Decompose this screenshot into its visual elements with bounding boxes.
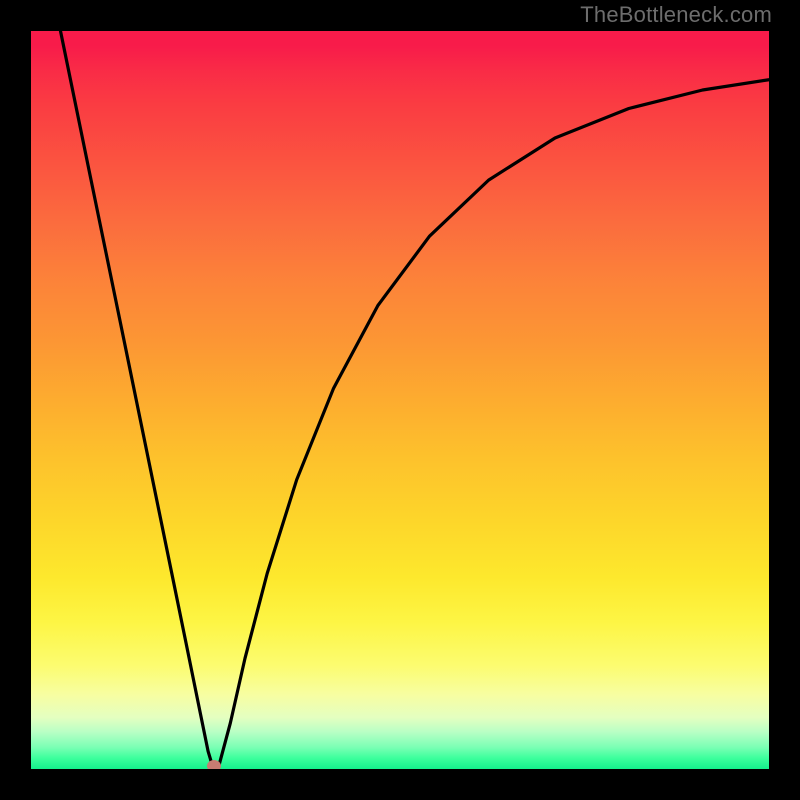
bottleneck-curve bbox=[61, 31, 770, 766]
curve-layer bbox=[31, 31, 769, 769]
watermark-text: TheBottleneck.com bbox=[580, 2, 772, 28]
chart-frame: TheBottleneck.com bbox=[0, 0, 800, 800]
optimal-marker bbox=[207, 760, 221, 769]
plot-area bbox=[31, 31, 769, 769]
